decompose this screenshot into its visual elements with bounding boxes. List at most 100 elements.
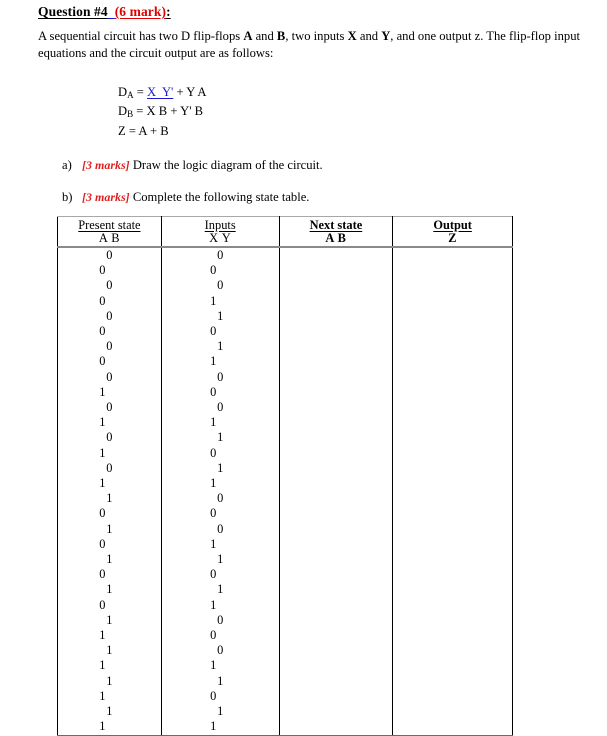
table-row: 1 01 0 xyxy=(57,552,513,583)
intro-text-4: and xyxy=(356,29,382,43)
state-table: Present state A B Inputs X Y Next state … xyxy=(57,216,513,736)
cell-inputs: 0 1 xyxy=(160,643,280,674)
cell-next-state[interactable] xyxy=(278,612,394,644)
table-row: 1 01 1 xyxy=(57,582,513,613)
cell-present-state: 0 1 xyxy=(57,460,162,492)
cell-present-state: 0 1 xyxy=(57,430,162,461)
cell-present-state: 0 0 xyxy=(57,308,162,340)
cell-present-state: 0 0 xyxy=(57,278,162,309)
item-b-marks: [3 marks] xyxy=(82,190,130,204)
cell-inputs: 1 1 xyxy=(160,460,280,492)
cell-output[interactable] xyxy=(392,582,513,613)
table-row: 0 01 1 xyxy=(57,339,513,370)
da-lhs: D xyxy=(118,85,128,99)
z-lhs: Z xyxy=(118,123,126,138)
equation-z: Z = A + B xyxy=(118,123,206,139)
table-row: 1 11 1 xyxy=(57,704,513,736)
cell-present-state: 1 0 xyxy=(57,491,162,522)
table-row: 1 10 0 xyxy=(57,612,513,644)
cell-present-state: 1 1 xyxy=(57,643,162,674)
table-row: 1 11 0 xyxy=(57,673,513,705)
item-b-label: b) xyxy=(62,190,73,204)
symbol-x: X xyxy=(347,29,357,43)
cell-next-state[interactable] xyxy=(278,643,394,674)
cell-output[interactable] xyxy=(392,460,513,492)
cell-output[interactable] xyxy=(392,704,513,736)
cell-next-state[interactable] xyxy=(278,704,394,736)
table-row: 0 11 1 xyxy=(57,460,513,492)
cell-next-state[interactable] xyxy=(278,400,394,431)
cell-output[interactable] xyxy=(392,369,513,401)
cell-output[interactable] xyxy=(392,491,513,522)
title-gap xyxy=(108,4,115,19)
table-row: 0 00 1 xyxy=(57,278,513,309)
intro-paragraph: A sequential circuit has two D flip-flop… xyxy=(38,28,583,61)
intro-text-3: , two inputs xyxy=(285,29,348,43)
header-next-state-title: Next state xyxy=(309,218,363,232)
question-item-b: b) [3 marks] Complete the following state… xyxy=(62,190,309,205)
cell-output[interactable] xyxy=(392,521,513,553)
table-row: 0 10 1 xyxy=(57,400,513,431)
cell-inputs: 0 0 xyxy=(160,369,280,401)
cell-inputs: 1 1 xyxy=(160,582,280,613)
cell-inputs: 1 0 xyxy=(160,308,280,340)
da-linked-term[interactable]: X Y' xyxy=(147,85,173,99)
cell-next-state[interactable] xyxy=(278,369,394,401)
cell-next-state[interactable] xyxy=(278,278,394,309)
cell-output[interactable] xyxy=(392,612,513,644)
cell-inputs: 0 0 xyxy=(160,612,280,644)
cell-inputs: 1 0 xyxy=(160,552,280,583)
cell-present-state: 1 1 xyxy=(57,704,162,736)
cell-next-state[interactable] xyxy=(278,521,394,553)
cell-present-state: 0 1 xyxy=(57,400,162,431)
cell-output[interactable] xyxy=(392,308,513,340)
cell-present-state: 0 0 xyxy=(57,247,162,279)
cell-output[interactable] xyxy=(392,278,513,309)
equations-block: DA = X Y' + Y A DB = X B + Y' B Z = A + … xyxy=(118,84,206,139)
z-rhs: A + B xyxy=(138,123,169,138)
cell-next-state[interactable] xyxy=(278,460,394,492)
intro-text-2: and xyxy=(252,29,277,43)
cell-output[interactable] xyxy=(392,247,513,279)
equation-da: DA = X Y' + Y A xyxy=(118,84,206,103)
cell-inputs: 0 1 xyxy=(160,278,280,309)
table-row: 1 10 1 xyxy=(57,643,513,674)
cell-next-state[interactable] xyxy=(278,247,394,279)
cell-next-state[interactable] xyxy=(278,308,394,340)
intro-text-1: A sequential circuit has two D flip-flop… xyxy=(38,29,244,43)
state-table-body: 0 00 00 00 10 01 00 01 10 10 00 10 10 11… xyxy=(57,247,513,736)
question-label: Question #4 xyxy=(38,4,108,19)
cell-next-state[interactable] xyxy=(278,582,394,613)
item-b-text: Complete the following state table. xyxy=(129,190,310,204)
state-table-header: Present state A B Inputs X Y Next state … xyxy=(57,216,513,248)
cell-output[interactable] xyxy=(392,552,513,583)
item-a-marks: [3 marks] xyxy=(82,158,130,172)
table-header-row: Present state A B Inputs X Y Next state … xyxy=(57,216,513,248)
header-present-state-sub: A B xyxy=(98,231,120,245)
cell-next-state[interactable] xyxy=(278,552,394,583)
cell-output[interactable] xyxy=(392,643,513,674)
cell-next-state[interactable] xyxy=(278,491,394,522)
cell-present-state: 1 0 xyxy=(57,521,162,553)
cell-inputs: 0 1 xyxy=(160,400,280,431)
header-inputs-sub: X Y xyxy=(209,231,232,245)
item-a-label: a) xyxy=(62,158,72,172)
cell-present-state: 1 1 xyxy=(57,673,162,705)
cell-present-state: 0 1 xyxy=(57,369,162,401)
da-equals: = xyxy=(133,85,148,99)
cell-next-state[interactable] xyxy=(278,673,394,705)
table-row: 1 00 1 xyxy=(57,521,513,553)
cell-present-state: 0 0 xyxy=(57,339,162,370)
cell-output[interactable] xyxy=(392,400,513,431)
cell-next-state[interactable] xyxy=(278,339,394,370)
cell-output[interactable] xyxy=(392,673,513,705)
cell-inputs: 0 1 xyxy=(160,521,280,553)
cell-output[interactable] xyxy=(392,430,513,461)
header-inputs-title: Inputs xyxy=(204,218,236,232)
cell-output[interactable] xyxy=(392,339,513,370)
cell-next-state[interactable] xyxy=(278,430,394,461)
item-a-text: Draw the logic diagram of the circuit. xyxy=(129,158,323,172)
page-title: Question #4 (6 mark): xyxy=(38,4,171,20)
header-output-title: Output xyxy=(433,218,472,232)
symbol-y: Y xyxy=(381,29,391,43)
